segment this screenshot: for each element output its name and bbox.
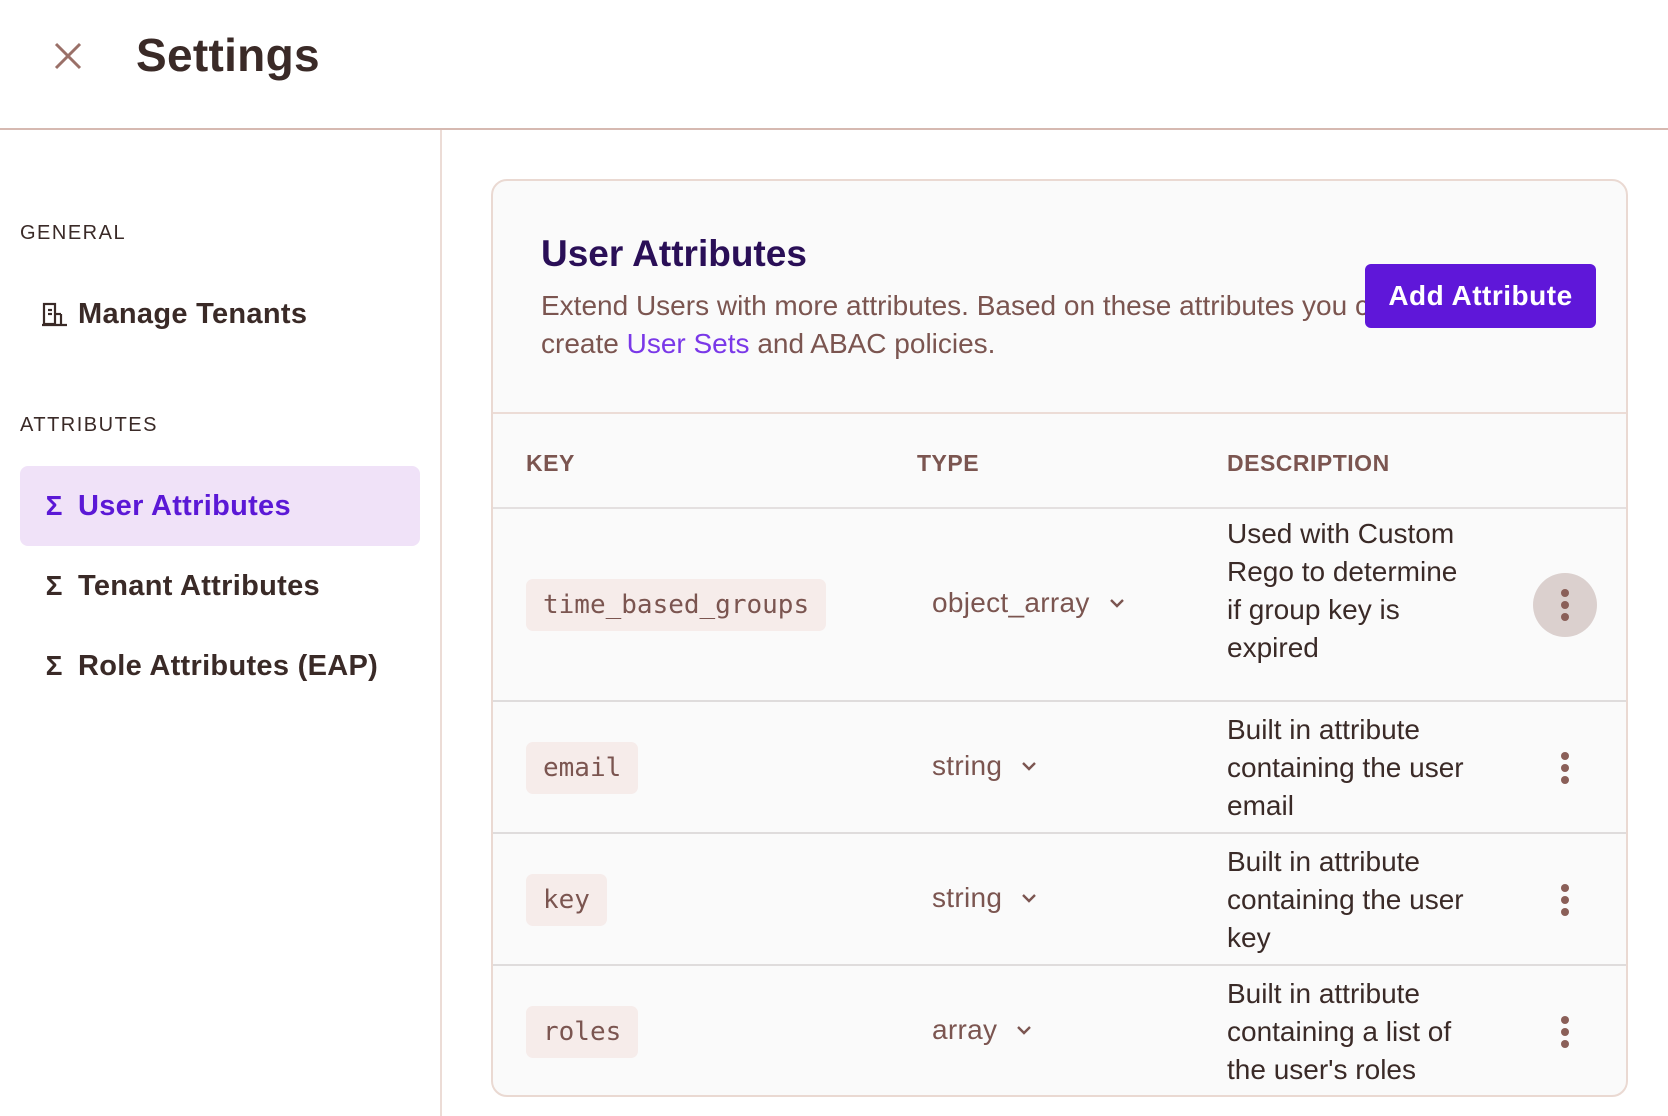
section-label-attributes: ATTRIBUTES — [20, 414, 158, 436]
description-text-end: and ABAC policies. — [749, 328, 996, 359]
settings-header: Settings — [0, 0, 1668, 130]
sigma-icon: Σ — [45, 490, 63, 521]
add-attribute-button[interactable]: Add Attribute — [1365, 264, 1596, 328]
more-vertical-icon — [1561, 752, 1569, 784]
page-title: Settings — [136, 29, 320, 81]
building-icon — [40, 300, 68, 328]
section-label-general: GENERAL — [20, 222, 127, 244]
table-row: time_based_groups object_array Used with C… — [493, 509, 1626, 702]
row-actions-button[interactable] — [1533, 573, 1597, 637]
user-sets-link[interactable]: User Sets — [627, 328, 750, 359]
sigma-icon: Σ — [45, 650, 63, 681]
card-description: Extend Users with more attributes. Based… — [541, 287, 1401, 363]
chevron-down-icon — [1022, 762, 1037, 771]
attribute-key: email — [526, 742, 639, 794]
chevron-down-icon — [1109, 599, 1124, 608]
more-vertical-icon — [1561, 589, 1569, 621]
attribute-description: Used with Custom Rego to determine if gr… — [1227, 518, 1458, 663]
attribute-type-select[interactable]: string — [932, 882, 1038, 914]
settings-sidebar: GENERAL Manage Tenants ATTRIBUTES Σ User… — [0, 130, 442, 1116]
row-actions-button[interactable] — [1533, 736, 1597, 800]
attribute-type-value: string — [932, 882, 1003, 913]
row-actions-button[interactable] — [1533, 868, 1597, 932]
sidebar-item-tenant-attributes[interactable]: Σ Tenant Attributes — [20, 546, 420, 626]
column-header-description: DESCRIPTION — [1227, 450, 1390, 476]
attribute-description: Built in attribute containing the user e… — [1227, 714, 1464, 821]
table-header: KEY TYPE DESCRIPTION — [493, 412, 1626, 509]
table-row: roles array Built in attribute containing … — [493, 966, 1626, 1095]
column-header-type: TYPE — [917, 450, 980, 476]
table-row: email string Built in attribute containing… — [493, 702, 1626, 834]
attribute-type-value: string — [932, 750, 1003, 781]
sidebar-item-user-attributes[interactable]: Σ User Attributes — [20, 466, 420, 546]
sidebar-item-role-attributes[interactable]: Σ Role Attributes (EAP) — [20, 626, 420, 706]
more-vertical-icon — [1561, 1016, 1569, 1048]
sidebar-item-label: Role Attributes (EAP) — [78, 649, 379, 682]
attribute-key: time_based_groups — [526, 579, 827, 631]
attribute-type-select[interactable]: object_array — [932, 587, 1126, 619]
chevron-down-icon — [1017, 1026, 1032, 1035]
sidebar-item-label: User Attributes — [78, 489, 291, 522]
sidebar-item-manage-tenants[interactable]: Manage Tenants — [20, 274, 420, 354]
close-icon — [54, 42, 82, 70]
attribute-type-value: object_array — [932, 587, 1090, 618]
attribute-type-value: array — [932, 1014, 998, 1045]
sidebar-item-label: Manage Tenants — [78, 297, 308, 330]
sigma-icon: Σ — [45, 570, 63, 601]
sidebar-item-label: Tenant Attributes — [78, 569, 320, 602]
chevron-down-icon — [1022, 894, 1037, 903]
row-actions-button[interactable] — [1533, 1000, 1597, 1064]
more-vertical-icon — [1561, 884, 1569, 916]
attribute-description: Built in attribute containing a list of … — [1227, 978, 1452, 1085]
attribute-key: key — [526, 874, 607, 926]
attribute-type-select[interactable]: string — [932, 750, 1038, 782]
close-button[interactable] — [50, 38, 86, 74]
attribute-key: roles — [526, 1006, 639, 1058]
attribute-type-select[interactable]: array — [932, 1014, 1033, 1046]
column-header-key: KEY — [526, 450, 575, 476]
table-row: key string Built in attribute containing t… — [493, 834, 1626, 966]
user-attributes-card: User Attributes Extend Users with more a… — [491, 179, 1628, 1097]
card-title: User Attributes — [541, 233, 807, 274]
attribute-description: Built in attribute containing the user k… — [1227, 846, 1464, 953]
